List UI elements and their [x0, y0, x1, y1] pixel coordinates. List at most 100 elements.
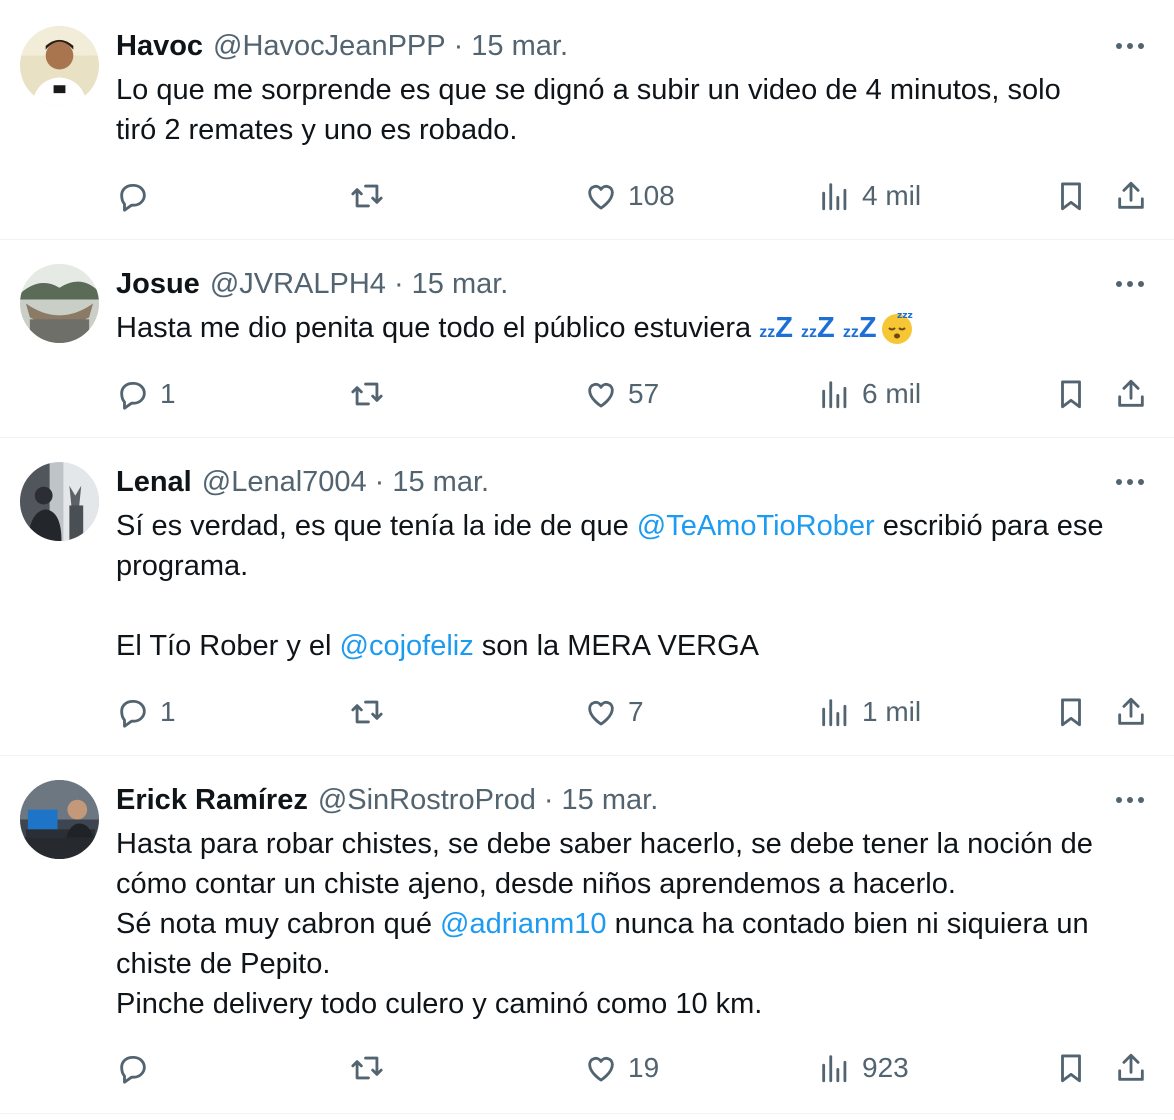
like-icon	[588, 382, 614, 408]
tweet[interactable]: Havoc @HavocJeanPPP · 15 mar. Lo que me …	[0, 0, 1174, 240]
retweet-button[interactable]	[350, 176, 384, 216]
like-button[interactable]: 108	[584, 176, 675, 216]
like-button[interactable]: 19	[584, 1048, 659, 1088]
views-button[interactable]: 1 mil	[818, 692, 921, 732]
text-line: chiste de Pepito.	[116, 948, 331, 980]
share-icon	[1118, 379, 1144, 407]
reply-button[interactable]: 1	[116, 692, 176, 732]
timestamp[interactable]: 15 mar.	[412, 268, 509, 301]
separator: ·	[393, 267, 404, 300]
views-count: 923	[862, 1052, 909, 1083]
text-line: Hasta me dio penita que todo el público …	[116, 308, 1156, 353]
more-icon[interactable]	[1112, 266, 1148, 302]
separator: ·	[543, 783, 554, 816]
tweet-header: Erick Ramírez @SinRostroProd · 15 mar.	[116, 780, 658, 820]
retweet-button[interactable]	[350, 692, 384, 732]
share-button[interactable]	[1114, 176, 1148, 216]
text-line: programa.	[116, 550, 249, 582]
display-name[interactable]: Lenal	[116, 466, 192, 499]
share-button[interactable]	[1114, 1048, 1148, 1088]
avatar[interactable]	[20, 26, 99, 105]
views-button[interactable]: 923	[818, 1048, 909, 1088]
views-button[interactable]: 4 mil	[818, 176, 921, 216]
mention-link[interactable]: @cojofeliz	[340, 630, 474, 662]
display-name[interactable]: Josue	[116, 268, 200, 301]
tweet-text: Hasta me dio penita que todo el público …	[116, 308, 1156, 353]
text-line: El Tío Rober y el @cojofeliz son la MERA…	[116, 626, 1156, 666]
like-count: 57	[628, 378, 660, 409]
tweet-text: Lo que me sorprende es que se dignó a su…	[116, 70, 1156, 150]
retweet-icon	[351, 700, 383, 724]
handle[interactable]: @HavocJeanPPP	[213, 30, 446, 63]
bookmark-button[interactable]	[1054, 176, 1088, 216]
text-line: Pinche delivery todo culero y caminó com…	[116, 988, 763, 1020]
reply-button[interactable]	[116, 1048, 160, 1088]
timestamp[interactable]: 15 mar.	[562, 784, 659, 817]
tweet[interactable]: Erick Ramírez @SinRostroProd · 15 mar. H…	[0, 756, 1174, 1114]
separator: ·	[453, 29, 464, 62]
tweet-text: Hasta para robar chistes, se debe saber …	[116, 824, 1156, 1024]
views-icon	[822, 699, 847, 727]
views-count: 1 mil	[862, 696, 922, 727]
action-bar: 108 4 mil	[116, 176, 1156, 216]
handle[interactable]: @JVRALPH4	[210, 268, 386, 301]
retweet-button[interactable]	[350, 374, 384, 414]
sleeping-face-icon: zzz	[881, 311, 912, 344]
more-icon[interactable]	[1112, 782, 1148, 818]
retweet-icon	[351, 184, 383, 208]
tweet[interactable]: Lenal @Lenal7004 · 15 mar. Sí es verdad,…	[0, 438, 1174, 756]
avatar[interactable]	[20, 462, 99, 541]
share-button[interactable]	[1114, 692, 1148, 732]
bookmark-icon	[1061, 698, 1081, 727]
reply-button[interactable]	[116, 176, 160, 216]
avatar[interactable]	[20, 264, 99, 343]
retweet-button[interactable]	[350, 1048, 384, 1088]
display-name[interactable]: Erick Ramírez	[116, 784, 308, 817]
text-line: tiró 2 remates y uno es robado.	[116, 114, 518, 146]
retweet-icon	[351, 1056, 383, 1080]
bookmark-icon	[1061, 380, 1081, 409]
bookmark-icon	[1061, 1054, 1081, 1083]
views-button[interactable]: 6 mil	[818, 374, 921, 414]
more-icon[interactable]	[1112, 28, 1148, 64]
share-icon	[1118, 697, 1144, 725]
zzz-emoji: zzZ zzZ zzZ	[759, 312, 877, 344]
like-icon	[588, 700, 614, 726]
reply-button[interactable]: 1	[116, 374, 176, 414]
display-name[interactable]: Havoc	[116, 30, 203, 63]
action-bar: 1 7 1 mil	[116, 692, 1156, 732]
like-count: 108	[628, 180, 675, 211]
like-button[interactable]: 57	[584, 374, 659, 414]
bookmark-button[interactable]	[1054, 374, 1088, 414]
handle[interactable]: @SinRostroProd	[318, 784, 536, 817]
bookmark-button[interactable]	[1054, 1048, 1088, 1088]
like-button[interactable]: 7	[584, 692, 644, 732]
text-segment: Sí es verdad, es que tenía la ide de que	[116, 510, 637, 542]
mention-link[interactable]: @TeAmoTioRober	[637, 510, 875, 542]
text-segment: escribió para ese	[874, 510, 1104, 542]
avatar[interactable]	[20, 780, 99, 859]
like-count: 19	[628, 1052, 660, 1083]
like-icon	[588, 184, 614, 210]
share-icon	[1118, 181, 1144, 209]
text-line: Sé nota muy cabron qué @adrianm10 nunca …	[116, 904, 1156, 944]
text-before-emoji: Hasta me dio penita que todo el público …	[116, 312, 760, 344]
more-icon[interactable]	[1112, 464, 1148, 500]
tweet-header: Lenal @Lenal7004 · 15 mar.	[116, 462, 489, 502]
timestamp[interactable]: 15 mar.	[471, 30, 568, 63]
tweet[interactable]: Josue @JVRALPH4 · 15 mar. Hasta me dio p…	[0, 240, 1174, 438]
like-count: 7	[628, 696, 644, 727]
reply-icon	[120, 1055, 146, 1084]
bookmark-icon	[1061, 182, 1081, 211]
mention-link[interactable]: @adrianm10	[440, 908, 606, 940]
handle[interactable]: @Lenal7004	[202, 466, 367, 499]
share-button[interactable]	[1114, 374, 1148, 414]
views-count: 4 mil	[862, 180, 922, 211]
timestamp[interactable]: 15 mar.	[392, 466, 489, 499]
bookmark-button[interactable]	[1054, 692, 1088, 732]
action-bar: 1 57 6 mil	[116, 374, 1156, 414]
text-line: Lo que me sorprende es que se dignó a su…	[116, 74, 1061, 106]
reply-count: 1	[160, 696, 176, 727]
text-line: cómo contar un chiste ajeno, desde niños…	[116, 868, 956, 900]
